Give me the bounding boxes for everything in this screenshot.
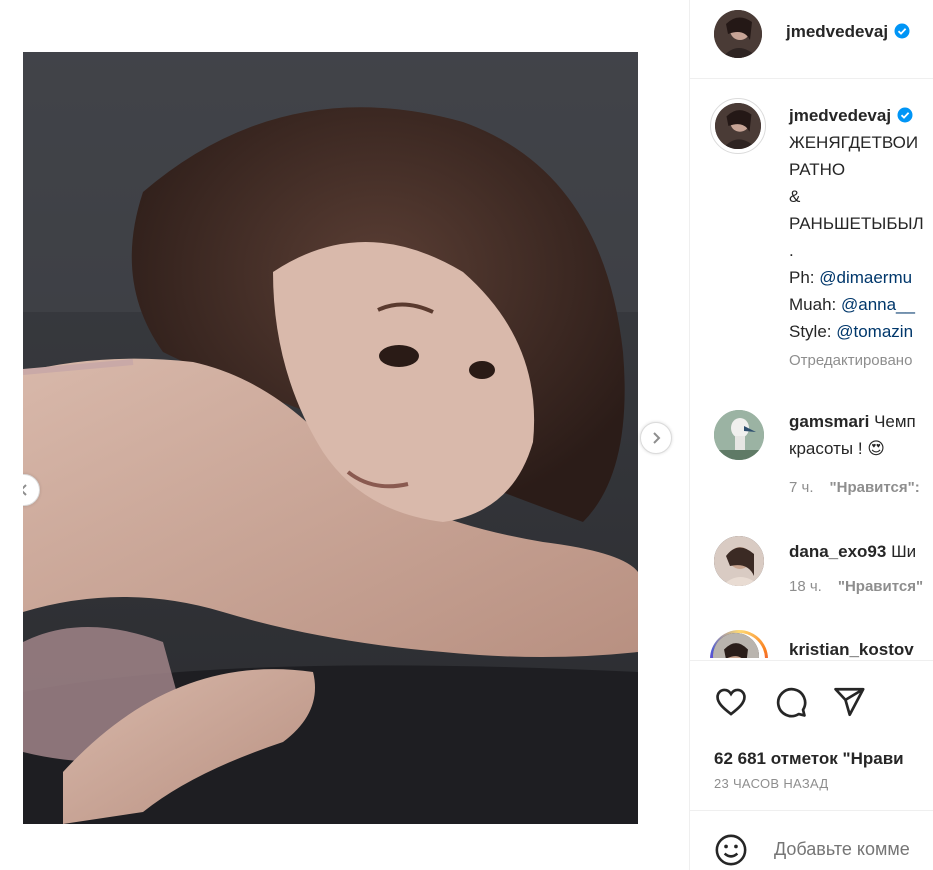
add-comment-bar xyxy=(690,810,933,870)
comment-time: 18 ч. xyxy=(789,578,822,595)
chevron-left-icon xyxy=(23,484,27,496)
paper-plane-icon[interactable] xyxy=(832,685,866,719)
story-ring[interactable] xyxy=(710,630,768,658)
post-media xyxy=(0,0,688,870)
comment-text: kristian_kostov xyxy=(789,636,914,658)
comment-meta: 7 ч. "Нравится": xyxy=(789,479,920,496)
comment-bubble-icon[interactable] xyxy=(774,685,808,719)
comment-like-count[interactable]: "Нравится": xyxy=(830,479,920,496)
credit-label: Style: xyxy=(789,322,837,341)
author-username-link[interactable]: jmedvedevaj xyxy=(786,22,910,42)
comment-text-line: красоты ! 😍 xyxy=(789,439,886,458)
caption-line: & xyxy=(789,187,801,206)
mention-link[interactable]: @anna__ xyxy=(841,295,915,314)
credit-stylist: Style: @tomazin xyxy=(789,318,933,345)
comment-time: 7 ч. xyxy=(789,479,814,496)
author-avatar[interactable] xyxy=(714,10,762,58)
credit-makeup: Muah: @anna__ xyxy=(789,291,933,318)
comment-like-count[interactable]: "Нравится" xyxy=(838,578,923,595)
commenter-avatar[interactable] xyxy=(714,410,764,460)
smiley-icon[interactable] xyxy=(714,833,748,867)
caption-author-avatar[interactable] xyxy=(715,103,761,149)
commenter-username[interactable]: gamsmari xyxy=(789,412,869,431)
edited-label: Отредактировано xyxy=(789,352,913,369)
caption-line: РАТНО xyxy=(789,160,846,179)
comment-meta: 18 ч. "Нравится" xyxy=(789,578,923,595)
mention-link[interactable]: @tomazin xyxy=(836,322,913,341)
post-timestamp[interactable]: 23 ЧАСОВ НАЗАД xyxy=(714,776,829,791)
comments-section: jmedvedevaj ЖЕНЯГДЕТВОИ РАТНО & РАНЬШЕТЫ… xyxy=(690,78,933,658)
credit-label: Muah: xyxy=(789,295,841,314)
comment-input[interactable] xyxy=(774,839,933,860)
comment-text: gamsmari Чемп xyxy=(789,408,916,435)
caption-author-username[interactable]: jmedvedevaj xyxy=(789,106,891,125)
caption-avatar-ring[interactable] xyxy=(710,98,766,154)
next-photo-button[interactable] xyxy=(640,422,672,454)
post-header: jmedvedevaj xyxy=(690,0,933,79)
post-photo[interactable] xyxy=(23,52,638,824)
verified-badge-icon xyxy=(897,107,913,123)
commenter-username[interactable]: kristian_kostov xyxy=(789,640,914,658)
commenter-avatar[interactable] xyxy=(714,536,764,586)
caption: jmedvedevaj ЖЕНЯГДЕТВОИ РАТНО & РАНЬШЕТЫ… xyxy=(789,102,933,374)
commenter-username[interactable]: dana_exo93 xyxy=(789,542,886,561)
post-actions: 62 681 отметок "Нрави 23 ЧАСОВ НАЗАД xyxy=(690,660,933,811)
caption-line: . xyxy=(789,241,794,260)
credit-label: Ph: xyxy=(789,268,820,287)
comment-body: Ши xyxy=(891,542,917,561)
author-username: jmedvedevaj xyxy=(786,22,889,41)
heart-icon[interactable] xyxy=(714,685,748,719)
post-sidebar: jmedvedevaj jmedvedevaj ЖЕНЯГДЕТВОИ РАТН… xyxy=(689,0,933,870)
chevron-right-icon xyxy=(653,432,661,444)
mention-link[interactable]: @dimaermu xyxy=(819,268,912,287)
comment-body: Чемп xyxy=(874,412,916,431)
credit-photographer: Ph: @dimaermu xyxy=(789,264,933,291)
caption-line: РАНЬШЕТЫБЫЛ xyxy=(789,214,924,233)
verified-badge-icon xyxy=(894,23,910,39)
caption-line: ЖЕНЯГДЕТВОИ xyxy=(789,133,919,152)
likes-count[interactable]: 62 681 отметок "Нрави xyxy=(714,749,904,769)
comment-text: dana_exo93 Ши xyxy=(789,538,916,565)
